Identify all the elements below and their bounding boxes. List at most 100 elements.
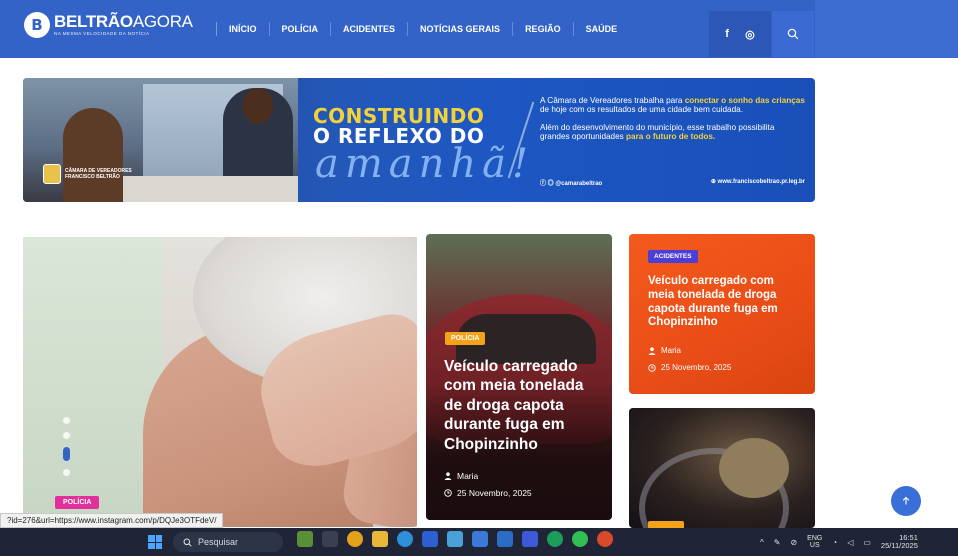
category-tag-policia[interactable]: POLÍCIA [445, 332, 486, 345]
menu-item-policia[interactable]: POLÍCIA [268, 22, 331, 36]
card-image-blob [719, 438, 789, 498]
instagram-icon[interactable]: ◎ [745, 28, 755, 41]
language-code: ENG [807, 534, 823, 542]
featured-slide-image[interactable] [23, 237, 417, 527]
notifications-off-icon[interactable]: ⊘ [790, 538, 797, 547]
slider-dot[interactable] [63, 432, 70, 439]
language-indicator[interactable]: ENG US [807, 535, 822, 550]
link-status-bar: ?id=276&url=https://www.instagram.com/p/… [0, 513, 224, 528]
battery-icon[interactable]: ▭ [863, 538, 871, 547]
menu-item-acidentes[interactable]: ACIDENTES [330, 22, 407, 36]
slider-dot[interactable] [63, 469, 70, 476]
taskbar-search[interactable]: Pesquisar [173, 532, 283, 552]
slider-dots [63, 417, 70, 476]
photo-man-head [243, 88, 273, 124]
chrome-icon[interactable] [347, 531, 363, 547]
banner-website: ⊕ www.franciscobeltrao.pr.leg.br [710, 179, 805, 185]
category-tag-partial[interactable] [648, 521, 684, 528]
banner-footer: ⓕ ◎ @camarabeltrao ⊕ www.franciscobeltra… [540, 178, 805, 187]
search-icon [787, 28, 799, 40]
slider-dot[interactable] [63, 417, 70, 424]
logo-mark-icon: B [24, 12, 50, 38]
banner-photo: CÂMARA DE VEREADORES FRANCISCO BELTRÃO [23, 78, 298, 202]
wifi-icon[interactable]: ◔ [832, 538, 837, 547]
facebook-icon[interactable]: f [725, 28, 729, 40]
news-title[interactable]: Veículo carregado com meia tonelada de d… [648, 275, 798, 330]
taskbar-search-label: Pesquisar [198, 537, 239, 547]
news-card-dark[interactable] [629, 408, 815, 528]
logo-title-light: AGORA [132, 12, 193, 32]
news-author-name: Maria [457, 471, 479, 481]
camara-logo: CÂMARA DE VEREADORES FRANCISCO BELTRÃO [43, 164, 132, 184]
taskbar-apps [297, 531, 613, 547]
app-blue-icon[interactable] [522, 531, 538, 547]
site-header: B BELTRÃOAGORA NA MESMA VELOCIDADE DA NO… [0, 0, 958, 58]
banner-paragraph-2: Além do desenvolvimento do município, es… [540, 123, 805, 142]
camara-text: CÂMARA DE VEREADORES FRANCISCO BELTRÃO [65, 168, 132, 180]
menu-item-inicio[interactable]: INÍCIO [216, 22, 269, 36]
scroll-to-top-button[interactable] [891, 486, 921, 516]
chrome-profile-icon[interactable] [597, 531, 613, 547]
banner-copy: A Câmara de Vereadores trabalha para con… [540, 96, 805, 150]
banner-social-handle: ⓕ ◎ @camarabeltrao [540, 181, 603, 187]
slider-dot-active[interactable] [63, 447, 70, 461]
menu-item-noticias-gerais[interactable]: NOTÍCIAS GERAIS [407, 22, 512, 36]
clock[interactable]: 16:51 25/11/2025 [880, 533, 918, 551]
site-logo[interactable]: B BELTRÃOAGORA NA MESMA VELOCIDADE DA NO… [24, 12, 193, 38]
main-menu: INÍCIO POLÍCIA ACIDENTES NOTÍCIAS GERAIS… [216, 0, 629, 58]
category-tag-acidentes[interactable]: ACIDENTES [648, 250, 698, 263]
store-icon[interactable] [497, 531, 513, 547]
widgets-icon[interactable] [297, 531, 313, 547]
search-icon [183, 538, 192, 547]
search-button[interactable] [772, 11, 814, 57]
camara-emblem-icon [43, 164, 61, 184]
chrome-alt-icon[interactable] [547, 531, 563, 547]
file-explorer-icon[interactable] [372, 531, 388, 547]
news-date: 25 Novembro, 2025 [444, 488, 532, 498]
logo-title: BELTRÃOAGORA [54, 13, 193, 30]
system-tray: ^ ✎ ⊘ ENG US ◔ ◁ ▭ 16:51 25/11/2025 [760, 531, 918, 553]
photo-desk [123, 176, 298, 202]
volume-icon[interactable]: ◁ [847, 538, 853, 547]
ad-banner[interactable]: CÂMARA DE VEREADORES FRANCISCO BELTRÃO C… [23, 78, 815, 202]
user-icon [648, 346, 656, 355]
logo-tagline: NA MESMA VELOCIDADE DA NOTÍCIA [54, 31, 150, 37]
app-b-icon[interactable] [422, 531, 438, 547]
social-links: f ◎ [709, 11, 771, 57]
user-icon [444, 472, 452, 480]
clock-icon [444, 489, 452, 497]
calendar-icon[interactable] [472, 531, 488, 547]
chevron-up-icon[interactable]: ^ [760, 538, 764, 547]
menu-item-saude[interactable]: SAÚDE [572, 22, 630, 36]
calculator-icon[interactable] [447, 531, 463, 547]
banner-p1-text-end: de hoje com os resultados de uma cidade … [540, 105, 743, 115]
banner-p1-highlight: conectar o sonho das crianças [684, 96, 805, 105]
camara-line-2: FRANCISCO BELTRÃO [65, 174, 120, 180]
news-author-name: Maria [661, 346, 682, 355]
banner-script: amanhã! [315, 141, 535, 187]
banner-p1-text: A Câmara de Vereadores trabalha para [540, 96, 685, 105]
category-tag-policia[interactable]: POLÍCIA [55, 496, 100, 509]
news-date-text: 25 Novembro, 2025 [457, 488, 532, 498]
task-view-icon[interactable] [322, 531, 338, 547]
news-author: Maria [648, 346, 681, 355]
whatsapp-icon[interactable] [572, 531, 588, 547]
clock-date: 25/11/2025 [880, 541, 918, 550]
page: B BELTRÃOAGORA NA MESMA VELOCIDADE DA NO… [0, 0, 958, 556]
slide-bg [23, 237, 163, 527]
menu-item-regiao[interactable]: REGIÃO [512, 22, 573, 36]
arrow-up-icon [902, 496, 910, 505]
news-author: Maria [444, 471, 478, 481]
app-tray-icon[interactable]: ✎ [774, 538, 781, 547]
photo-child [63, 108, 123, 202]
news-title[interactable]: Veículo carregado com meia tonelada de d… [444, 357, 604, 454]
edge-icon[interactable] [397, 531, 413, 547]
banner-paragraph-1: A Câmara de Vereadores trabalha para con… [540, 96, 805, 115]
keyboard-layout: US [809, 542, 820, 549]
news-date: 25 Novembro, 2025 [648, 363, 731, 372]
logo-title-bold: BELTRÃO [54, 12, 133, 32]
logo-text: BELTRÃOAGORA NA MESMA VELOCIDADE DA NOTÍ… [54, 13, 193, 37]
news-date-text: 25 Novembro, 2025 [661, 363, 732, 372]
clock-icon [648, 363, 656, 372]
windows-start-icon[interactable] [148, 535, 162, 549]
